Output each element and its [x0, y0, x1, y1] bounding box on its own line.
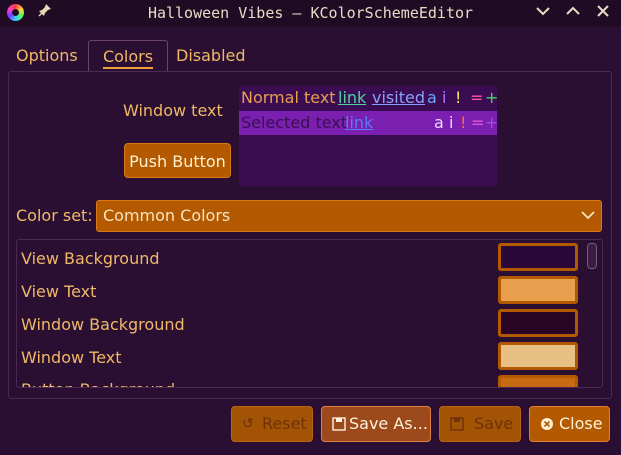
window-text-label: Window text: [123, 101, 223, 120]
tab-disabled-label: Disabled: [176, 46, 246, 65]
selected-link-sample: link: [345, 113, 374, 132]
neutral-sample: =: [470, 88, 484, 107]
list-item-window-background[interactable]: Window Background: [21, 315, 185, 334]
reset-button-label: Reset: [262, 414, 307, 433]
list-item-view-background[interactable]: View Background: [21, 249, 160, 268]
scrollbar-handle[interactable]: [587, 243, 597, 269]
list-item-window-text[interactable]: Window Text: [21, 348, 122, 367]
window-title: Halloween Vibes — KColorSchemeEditor: [147, 4, 474, 22]
swatch-view-background[interactable]: [498, 243, 578, 271]
chevron-down-icon: [536, 7, 550, 16]
list-item-button-background[interactable]: Button Background: [21, 380, 175, 387]
reset-button[interactable]: ↺ Reset: [231, 406, 313, 442]
normal-text: Normal text: [241, 88, 336, 107]
color-set-value: Common Colors: [103, 206, 231, 225]
selected-neutral-sample: =: [471, 113, 485, 132]
color-role-list[interactable]: View Background View Text Window Backgro…: [16, 239, 603, 388]
save-icon: [450, 417, 464, 431]
selected-inactive-sample: i: [449, 113, 454, 132]
negative-sample: !: [455, 88, 462, 107]
tab-options-label: Options: [16, 46, 78, 65]
swatch-view-text[interactable]: [498, 276, 578, 304]
list-item-view-text[interactable]: View Text: [21, 282, 96, 301]
swatch-window-background[interactable]: [498, 309, 578, 337]
reset-icon: ↺: [242, 416, 254, 432]
swatch-window-text[interactable]: [498, 342, 578, 370]
close-x-icon: [597, 5, 609, 17]
close-button-label: Close: [559, 414, 603, 433]
color-preview: Normal text link visited a i ! = + Selec…: [239, 86, 499, 186]
save-button-label: Save: [474, 414, 514, 433]
tab-colors-label: Colors: [102, 47, 154, 69]
selected-active-sample: a: [434, 113, 444, 132]
color-set-label: Color set:: [16, 206, 93, 225]
link-sample: link: [338, 88, 367, 107]
active-sample: a: [427, 88, 437, 107]
list-scrollbar[interactable]: [587, 242, 597, 387]
chevron-down-icon: [581, 211, 595, 220]
tab-disabled[interactable]: Disabled: [176, 40, 248, 72]
title-bar: Halloween Vibes — KColorSchemeEditor: [0, 0, 621, 26]
selected-text: Selected text: [241, 113, 348, 132]
chevron-up-icon: [566, 6, 580, 15]
positive-sample: +: [485, 88, 499, 107]
color-set-combobox[interactable]: Common Colors: [96, 200, 602, 232]
save-as-icon: [332, 417, 346, 431]
save-as-button[interactable]: Save As...: [321, 406, 431, 442]
swatch-button-background[interactable]: [498, 375, 578, 387]
save-as-button-label: Save As...: [349, 414, 428, 433]
close-button[interactable]: Close: [529, 406, 610, 442]
push-button-preview[interactable]: Push Button: [124, 143, 231, 178]
close-window-button[interactable]: [593, 3, 613, 23]
selected-positive-sample: +: [485, 113, 499, 132]
selected-negative-sample: !: [460, 113, 467, 132]
visited-link-sample: visited: [372, 88, 425, 107]
inactive-sample: i: [442, 88, 447, 107]
selected-text-row: Selected text link a i ! = +: [239, 111, 499, 135]
tab-colors[interactable]: Colors: [88, 40, 168, 73]
minimize-button[interactable]: [533, 3, 553, 23]
close-circle-icon: [541, 418, 553, 430]
tab-options[interactable]: Options: [16, 40, 90, 72]
maximize-button[interactable]: [563, 3, 583, 23]
save-button[interactable]: Save: [439, 406, 521, 442]
normal-text-row: Normal text link visited a i ! = +: [239, 86, 499, 110]
